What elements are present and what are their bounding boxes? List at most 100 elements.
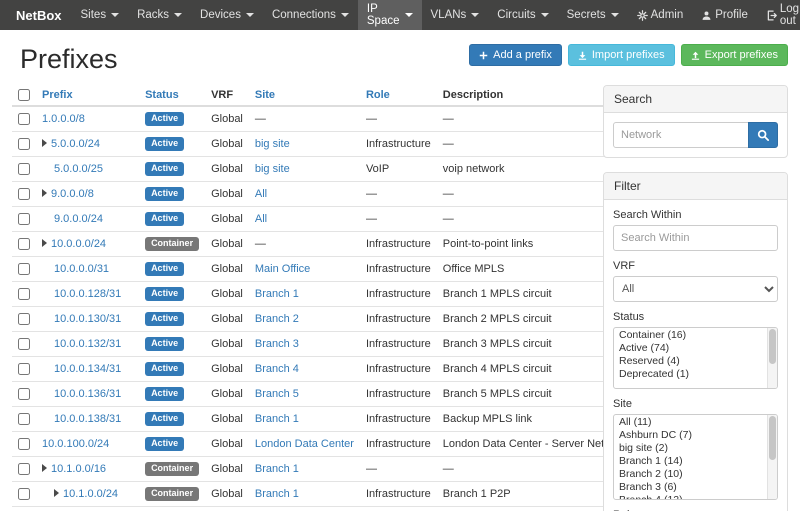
site-link[interactable]: All xyxy=(255,188,267,200)
prefix-link[interactable]: 1.0.0.0/8 xyxy=(42,113,85,125)
export-prefixes-button[interactable]: Export prefixes xyxy=(681,44,788,66)
filter-option[interactable]: Container (16) xyxy=(614,329,767,342)
search-within-input[interactable] xyxy=(613,225,778,251)
search-button[interactable] xyxy=(748,122,778,148)
site-link[interactable]: Branch 5 xyxy=(255,388,299,400)
select-all-checkbox[interactable] xyxy=(18,89,30,101)
site-link[interactable]: Branch 1 xyxy=(255,463,299,475)
sort-link-role[interactable]: Role xyxy=(366,89,390,101)
nav-item-profile[interactable]: Profile xyxy=(692,0,757,30)
sort-link-status[interactable]: Status xyxy=(145,89,179,101)
row-checkbox[interactable] xyxy=(18,263,30,275)
prefix-table-area: PrefixStatusVRFSiteRoleDescription 1.0.0… xyxy=(12,85,589,511)
nav-item-devices[interactable]: Devices xyxy=(191,0,263,30)
status-cell: Active xyxy=(139,307,205,332)
sort-link-prefix[interactable]: Prefix xyxy=(42,89,73,101)
prefix-link[interactable]: 5.0.0.0/25 xyxy=(54,163,103,175)
site-link[interactable]: Branch 1 xyxy=(255,413,299,425)
row-checkbox[interactable] xyxy=(18,463,30,475)
sort-link-site[interactable]: Site xyxy=(255,89,275,101)
checkbox-cell xyxy=(12,132,36,157)
prefix-link[interactable]: 5.0.0.0/24 xyxy=(51,138,100,150)
search-input[interactable] xyxy=(613,122,749,148)
status-cell: Container xyxy=(139,232,205,257)
filter-option[interactable]: Ashburn DC (7) xyxy=(614,429,767,442)
filter-option[interactable]: Branch 4 (12) xyxy=(614,494,767,500)
vrf-select[interactable]: All xyxy=(613,276,778,302)
nav-item-ip-space[interactable]: IP Space xyxy=(358,0,422,30)
site-cell: Branch 1 xyxy=(249,457,360,482)
site-link[interactable]: London Data Center xyxy=(255,438,354,450)
filter-option[interactable]: big site (2) xyxy=(614,442,767,455)
filter-option[interactable]: Branch 1 (14) xyxy=(614,455,767,468)
row-checkbox[interactable] xyxy=(18,213,30,225)
prefix-cell: 10.0.0.132/31 xyxy=(36,332,139,357)
prefix-link[interactable]: 10.1.0.0/16 xyxy=(51,463,106,475)
site-link[interactable]: All xyxy=(255,213,267,225)
prefix-link[interactable]: 10.0.100.0/24 xyxy=(42,438,109,450)
prefix-cell: 9.0.0.0/8 xyxy=(36,182,139,207)
nav-item-admin[interactable]: Admin xyxy=(628,0,693,30)
filter-option[interactable]: Active (74) xyxy=(614,342,767,355)
nav-item-vlans[interactable]: VLANs xyxy=(422,0,489,30)
row-checkbox[interactable] xyxy=(18,288,30,300)
prefix-link[interactable]: 10.0.0.130/31 xyxy=(54,313,121,325)
filter-option[interactable]: All (11) xyxy=(614,416,767,429)
prefix-link[interactable]: 10.0.0.0/31 xyxy=(54,263,109,275)
logout-icon xyxy=(766,10,777,21)
add-a-prefix-button[interactable]: Add a prefix xyxy=(469,44,562,66)
site-link[interactable]: Branch 1 xyxy=(255,488,299,500)
prefix-link[interactable]: 10.0.0.136/31 xyxy=(54,388,121,400)
row-checkbox[interactable] xyxy=(18,363,30,375)
nav-item-circuits[interactable]: Circuits xyxy=(488,0,557,30)
row-checkbox[interactable] xyxy=(18,413,30,425)
site-link[interactable]: Main Office xyxy=(255,263,310,275)
row-checkbox[interactable] xyxy=(18,163,30,175)
row-checkbox[interactable] xyxy=(18,338,30,350)
site-listbox[interactable]: All (11)Ashburn DC (7)big site (2)Branch… xyxy=(613,414,778,500)
site-link[interactable]: Branch 1 xyxy=(255,288,299,300)
prefix-link[interactable]: 10.0.0.134/31 xyxy=(54,363,121,375)
prefix-link[interactable]: 10.1.0.0/24 xyxy=(63,488,118,500)
site-link[interactable]: big site xyxy=(255,163,290,175)
prefix-link[interactable]: 10.0.0.132/31 xyxy=(54,338,121,350)
prefix-link[interactable]: 10.0.0.138/31 xyxy=(54,413,121,425)
filter-option[interactable]: Reserved (4) xyxy=(614,355,767,368)
site-link[interactable]: Branch 2 xyxy=(255,313,299,325)
row-checkbox[interactable] xyxy=(18,113,30,125)
scrollbar[interactable] xyxy=(767,415,777,499)
status-listbox[interactable]: Container (16)Active (74)Reserved (4)Dep… xyxy=(613,327,778,389)
row-checkbox[interactable] xyxy=(18,388,30,400)
row-checkbox[interactable] xyxy=(18,438,30,450)
site-link[interactable]: big site xyxy=(255,138,290,150)
brand-logo[interactable]: NetBox xyxy=(6,0,72,30)
prefix-link[interactable]: 9.0.0.0/24 xyxy=(54,213,103,225)
row-checkbox[interactable] xyxy=(18,488,30,500)
filter-option[interactable]: Deprecated (1) xyxy=(614,368,767,381)
prefix-link[interactable]: 10.0.0.128/31 xyxy=(54,288,121,300)
nav-item-connections[interactable]: Connections xyxy=(263,0,358,30)
filter-option[interactable]: Branch 2 (10) xyxy=(614,468,767,481)
row-checkbox[interactable] xyxy=(18,188,30,200)
nav-item-sites[interactable]: Sites xyxy=(72,0,129,30)
site-link[interactable]: Branch 4 xyxy=(255,363,299,375)
row-checkbox[interactable] xyxy=(18,138,30,150)
site-link[interactable]: Branch 3 xyxy=(255,338,299,350)
nav-item-secrets[interactable]: Secrets xyxy=(558,0,628,30)
nav-item-racks[interactable]: Racks xyxy=(128,0,191,30)
button-label: Import prefixes xyxy=(592,49,665,61)
prefix-link[interactable]: 10.0.0.0/24 xyxy=(51,238,106,250)
row-checkbox[interactable] xyxy=(18,238,30,250)
status-badge: Active xyxy=(145,212,184,226)
filter-option[interactable]: Branch 3 (6) xyxy=(614,481,767,494)
checkbox-cell xyxy=(12,482,36,507)
role-cell: Infrastructure xyxy=(360,432,437,457)
import-prefixes-button[interactable]: Import prefixes xyxy=(568,44,675,66)
prefix-link[interactable]: 9.0.0.0/8 xyxy=(51,188,94,200)
scrollbar[interactable] xyxy=(767,328,777,388)
site-cell: — xyxy=(249,232,360,257)
prefix-cell: 10.0.0.0/31 xyxy=(36,257,139,282)
status-badge: Active xyxy=(145,137,184,151)
nav-item-log-out[interactable]: Log out xyxy=(757,0,800,30)
row-checkbox[interactable] xyxy=(18,313,30,325)
